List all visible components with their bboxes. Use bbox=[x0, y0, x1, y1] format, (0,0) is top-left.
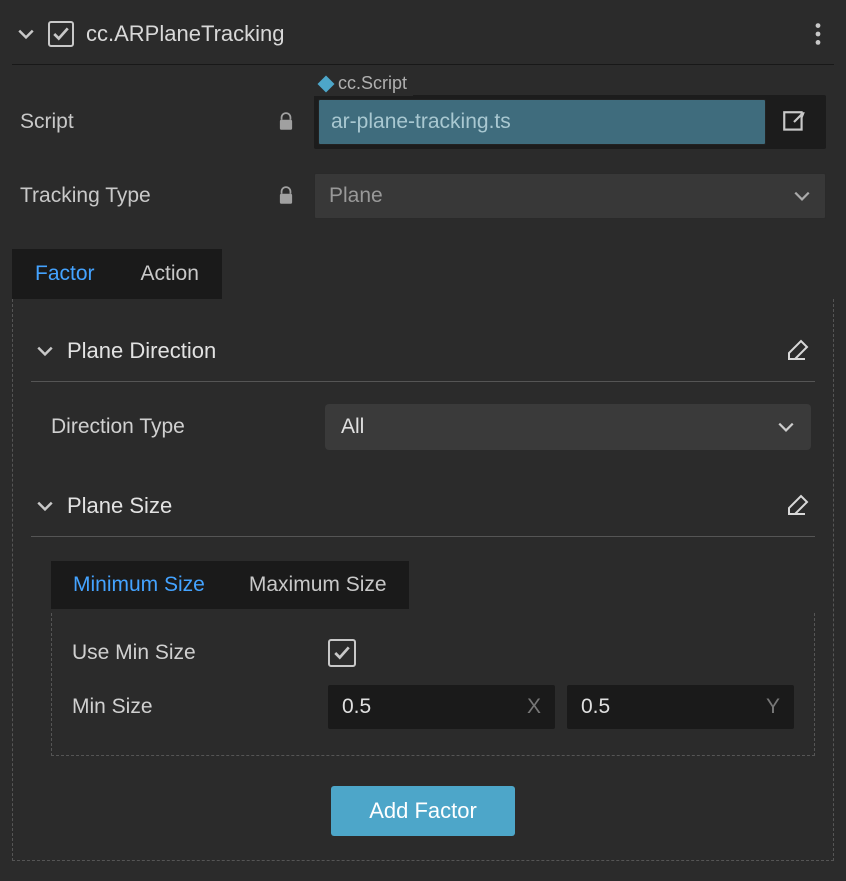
min-size-y-value: 0.5 bbox=[581, 695, 610, 719]
direction-type-row: Direction Type All bbox=[31, 398, 815, 460]
edit-icon[interactable] bbox=[783, 337, 811, 365]
min-size-label: Min Size bbox=[72, 695, 312, 719]
min-size-x-input[interactable]: 0.5 X bbox=[328, 685, 555, 729]
divider bbox=[31, 536, 815, 537]
component-title: cc.ARPlaneTracking bbox=[86, 21, 794, 47]
min-size-x-value: 0.5 bbox=[342, 695, 371, 719]
script-filename: ar-plane-tracking.ts bbox=[331, 110, 511, 134]
lock-icon bbox=[274, 112, 298, 132]
tracking-type-value: Plane bbox=[329, 184, 383, 208]
use-min-size-checkbox[interactable] bbox=[328, 639, 356, 667]
plane-direction-header: Plane Direction bbox=[31, 327, 815, 375]
lock-icon bbox=[274, 186, 298, 206]
component-panel: cc.ARPlaneTracking Script cc.Script ar-p… bbox=[0, 0, 846, 881]
plane-size-title: Plane Size bbox=[67, 493, 771, 519]
min-size-row: Min Size 0.5 X 0.5 Y bbox=[72, 685, 794, 729]
direction-type-label: Direction Type bbox=[51, 415, 309, 439]
min-size-y-input[interactable]: 0.5 Y bbox=[567, 685, 794, 729]
script-label: Script bbox=[20, 110, 258, 134]
open-script-icon[interactable] bbox=[774, 102, 814, 142]
min-size-container: Use Min Size Min Size 0.5 X 0.5 Y bbox=[51, 613, 815, 756]
script-type-tag: cc.Script bbox=[314, 71, 413, 96]
add-factor-button[interactable]: Add Factor bbox=[331, 786, 515, 836]
tracking-type-label: Tracking Type bbox=[20, 184, 258, 208]
script-field[interactable]: ar-plane-tracking.ts bbox=[318, 99, 766, 145]
component-header: cc.ARPlaneTracking bbox=[12, 12, 834, 64]
tracking-type-row: Tracking Type Plane bbox=[12, 161, 834, 231]
menu-icon[interactable] bbox=[806, 18, 830, 50]
tab-action[interactable]: Action bbox=[118, 249, 222, 299]
script-type-label: cc.Script bbox=[338, 73, 407, 94]
tracking-type-select[interactable]: Plane bbox=[314, 173, 826, 219]
size-subtabs: Minimum Size Maximum Size bbox=[51, 561, 815, 609]
subtab-max-size[interactable]: Maximum Size bbox=[227, 561, 409, 609]
enable-checkbox[interactable] bbox=[48, 21, 74, 47]
x-suffix: X bbox=[527, 695, 541, 719]
divider bbox=[31, 381, 815, 382]
script-field-wrapper: ar-plane-tracking.ts bbox=[314, 95, 826, 149]
use-min-size-label: Use Min Size bbox=[72, 641, 312, 665]
y-suffix: Y bbox=[766, 695, 780, 719]
direction-type-select[interactable]: All bbox=[325, 404, 811, 450]
direction-type-value: All bbox=[341, 415, 364, 439]
plane-size-header: Plane Size bbox=[31, 482, 815, 530]
edit-icon[interactable] bbox=[783, 492, 811, 520]
divider bbox=[12, 64, 834, 65]
chevron-down-icon bbox=[777, 418, 795, 436]
use-min-size-row: Use Min Size bbox=[72, 639, 794, 667]
diamond-icon bbox=[318, 75, 335, 92]
collapse-icon[interactable] bbox=[16, 24, 36, 44]
tab-factor[interactable]: Factor bbox=[12, 249, 118, 299]
collapse-icon[interactable] bbox=[35, 341, 55, 361]
collapse-icon[interactable] bbox=[35, 496, 55, 516]
plane-direction-title: Plane Direction bbox=[67, 338, 771, 364]
factor-action-tabs: Factor Action bbox=[12, 249, 834, 299]
factor-container: Plane Direction Direction Type All bbox=[12, 299, 834, 861]
subtab-min-size[interactable]: Minimum Size bbox=[51, 561, 227, 609]
chevron-down-icon bbox=[793, 187, 811, 205]
script-row: Script cc.Script ar-plane-tracking.ts bbox=[12, 83, 834, 161]
